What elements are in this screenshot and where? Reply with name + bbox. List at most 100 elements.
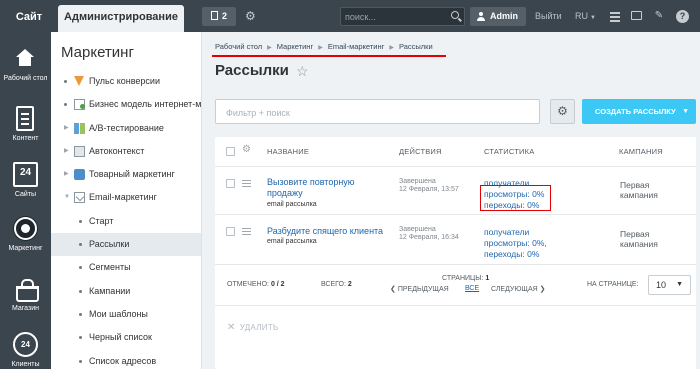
left-rail: Рабочий стол Контент 24 Сайты Маркетинг …	[0, 32, 51, 369]
site-tab[interactable]: Сайт	[6, 6, 52, 28]
chevron-right-icon: ❯	[539, 286, 546, 293]
menu-item-label: Старт	[89, 215, 114, 226]
chart-icon	[74, 99, 85, 111]
chevron-down-icon[interactable]: ▼	[64, 186, 70, 209]
menu-item-conversion-pulse[interactable]: Пульс конверсии	[51, 70, 201, 93]
table-row: Вызовите повторную продажу email рассылк…	[215, 168, 696, 215]
prev-page-link[interactable]: ❮ ПРЕДЫДУЩАЯ	[390, 285, 449, 293]
gear-icon[interactable]: ⚙	[242, 144, 251, 155]
language-selector[interactable]: RU ▼	[575, 8, 596, 27]
row-checkbox[interactable]	[226, 179, 235, 188]
menu-item-product-marketing[interactable]: ▶ Товарный маркетинг	[51, 163, 201, 186]
logout-link[interactable]: Выйти	[535, 8, 562, 25]
menu-list: Пульс конверсии Бизнес модель интернет-м…	[51, 70, 201, 369]
highlight-box	[480, 185, 551, 211]
menu-item-address-list[interactable]: Список адресов	[51, 350, 201, 369]
mailing-date: 12 Февраля, 13:57	[399, 186, 459, 193]
stat-recipients-link[interactable]: получатели	[484, 227, 529, 239]
column-header-statistics[interactable]: СТАТИСТИКА	[484, 147, 534, 156]
clients-icon: 24	[13, 332, 38, 357]
breadcrumb-item[interactable]: Рассылки	[399, 42, 433, 51]
all-pages-link[interactable]: ВСЕ	[465, 285, 479, 292]
menu-item-autocontext[interactable]: ▶ Автоконтекст	[51, 140, 201, 163]
menu-item-start[interactable]: Старт	[51, 210, 201, 233]
menu-item-label: Черный список	[89, 332, 152, 343]
chevron-right-icon[interactable]: ▶	[64, 140, 69, 163]
chevron-right-icon[interactable]: ▶	[64, 117, 69, 140]
settings-button[interactable]: ⚙	[550, 99, 575, 124]
mailing-name-link[interactable]: продажу	[267, 188, 303, 199]
column-header-campaign[interactable]: КАМПАНИЯ	[619, 147, 663, 156]
create-mailing-button[interactable]: СОЗДАТЬ РАССЫЛКУ ▼	[582, 99, 696, 124]
rail-item-clients[interactable]: 24 Клиенты	[0, 324, 51, 369]
per-page-select[interactable]: 10 ▼	[648, 275, 691, 295]
chevron-right-icon: ▶	[318, 45, 323, 51]
mailing-date: 12 Февраля, 16:34	[399, 234, 459, 241]
rail-item-shop[interactable]: Магазин	[0, 268, 51, 328]
menu-item-ab-testing[interactable]: ▶ A/B-тестирование	[51, 117, 201, 140]
rail-item-content[interactable]: Контент	[0, 98, 51, 158]
menu-item-label: Товарный маркетинг	[89, 169, 175, 180]
rail-label: Контент	[12, 135, 39, 142]
filter-search-input[interactable]	[226, 106, 506, 119]
campaign-name: Первая	[620, 229, 650, 239]
chevron-right-icon[interactable]: ▶	[64, 163, 69, 186]
campaign-name: кампания	[620, 239, 658, 249]
language-label: RU	[575, 11, 588, 21]
menu-item-business-model[interactable]: Бизнес модель интернет-маг	[51, 93, 201, 116]
main-content: Рабочий стол ▶ Маркетинг ▶ Email-маркетинг ▶ Р…	[202, 32, 700, 369]
rail-label: Магазин	[11, 305, 39, 312]
column-header-name[interactable]: НАЗВАНИЕ	[267, 147, 309, 156]
chevron-down-icon: ▼	[682, 108, 689, 115]
rail-label: Маркетинг	[8, 245, 43, 252]
screen-icon[interactable]	[630, 8, 644, 24]
notifications-count: 2	[221, 11, 227, 21]
stat-views-link[interactable]: просмотры: 0%,	[484, 238, 547, 250]
breadcrumb-item[interactable]: Маркетинг	[277, 42, 313, 51]
all-pages-label[interactable]: ВСЕ	[465, 285, 479, 292]
calendar-icon: 24	[13, 162, 38, 187]
breadcrumb-item[interactable]: Рабочий стол	[215, 42, 262, 51]
menu-item-mailings[interactable]: Рассылки	[51, 233, 201, 257]
menu-item-label: Пульс конверсии	[89, 76, 160, 86]
search-input[interactable]	[345, 10, 445, 24]
rail-item-marketing[interactable]: Маркетинг	[0, 208, 51, 268]
rail-item-sites[interactable]: 24 Сайты	[0, 154, 51, 214]
next-page-link[interactable]: СЛЕДУЮЩАЯ ❯	[491, 285, 546, 293]
select-all-checkbox[interactable]	[226, 147, 235, 156]
per-page-label: НА СТРАНИЦЕ:	[587, 281, 639, 288]
menu-item-campaigns[interactable]: Кампании	[51, 280, 201, 303]
menu-item-my-templates[interactable]: Мои шаблоны	[51, 303, 201, 326]
menu-icon[interactable]	[608, 8, 622, 24]
pages-info: СТРАНИЦЫ: 1	[442, 275, 489, 282]
mailing-name-link[interactable]: Разбудите спящего клиента	[267, 226, 383, 237]
rail-label: Клиенты	[11, 361, 40, 368]
admin-tab[interactable]: Администрирование	[58, 5, 184, 32]
row-menu-icon[interactable]	[242, 180, 251, 188]
row-checkbox[interactable]	[226, 227, 235, 236]
notifications-button[interactable]: 2	[202, 7, 236, 26]
column-header-actions[interactable]: ДЕЙСТВИЯ	[399, 147, 442, 156]
user-button[interactable]: Admin	[470, 7, 526, 26]
row-menu-icon[interactable]	[242, 228, 251, 236]
breadcrumb-item[interactable]: Email-маркетинг	[328, 42, 385, 51]
menu-item-label: Автоконтекст	[89, 145, 145, 156]
page-title: Рассылки	[215, 62, 289, 79]
star-icon[interactable]: ☆	[296, 63, 309, 80]
grid-footer: ОТМЕЧЕНО: 0 / 2 ВСЕГО: 2 СТРАНИЦЫ: 1 ❮ П…	[215, 266, 696, 306]
menu-item-email-marketing[interactable]: ▼ Email-маркетинг	[51, 186, 201, 209]
table-row: Разбудите спящего клиента email рассылка…	[215, 215, 696, 265]
menu-item-segments[interactable]: Сегменты	[51, 256, 201, 279]
context-icon	[74, 145, 85, 157]
pin-icon[interactable]: ✎	[652, 8, 666, 24]
stat-clicks-link[interactable]: переходы: 0%	[484, 249, 539, 261]
rail-item-desktop[interactable]: Рабочий стол	[0, 38, 51, 98]
menu-item-blacklist[interactable]: Черный список	[51, 326, 201, 349]
top-bar: Сайт Администрирование 2 ⚙ Admin Выйти R…	[0, 0, 700, 32]
help-icon[interactable]: ?	[676, 10, 689, 23]
chevron-right-icon: ▶	[267, 45, 272, 51]
delete-button[interactable]: ✕ УДАЛИТЬ	[227, 322, 279, 333]
mailing-name-link[interactable]: Вызовите повторную	[267, 177, 355, 188]
settings-gear-icon[interactable]: ⚙	[245, 9, 256, 23]
search-icon[interactable]	[451, 11, 459, 19]
